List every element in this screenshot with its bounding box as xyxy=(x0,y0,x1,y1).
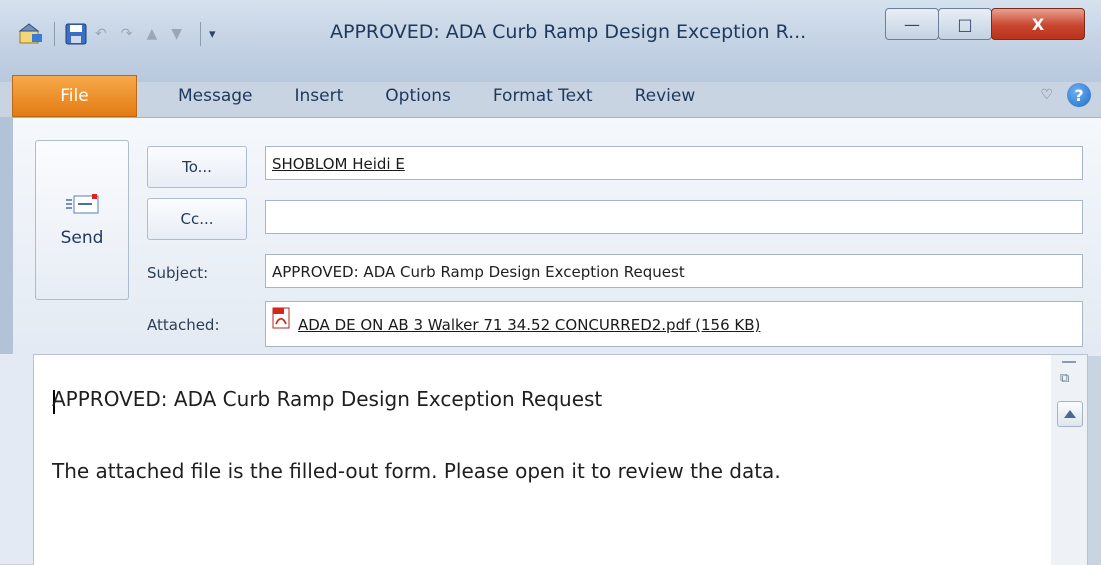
cc-field[interactable] xyxy=(265,200,1083,234)
title-bar: ↶ ↷ ▲ ▼ ▾ APPROVED: ADA Curb Ramp Design… xyxy=(0,0,1101,82)
message-body[interactable]: APPROVED: ADA Curb Ramp Design Exception… xyxy=(33,354,1053,565)
customize-qat-icon[interactable]: ▾ xyxy=(209,27,216,42)
attachment-link[interactable]: ADA DE ON AB 3 Walker 71 34.52 CONCURRED… xyxy=(298,316,760,334)
minimize-button[interactable]: — xyxy=(885,8,939,40)
tab-options[interactable]: Options xyxy=(364,76,472,116)
window-title: APPROVED: ADA Curb Ramp Design Exception… xyxy=(330,21,807,43)
save-icon[interactable] xyxy=(63,21,89,47)
vertical-scrollbar[interactable]: ⧉ xyxy=(1051,354,1088,565)
body-line-2: The attached file is the filled-out form… xyxy=(52,459,781,483)
message-header: Send To... SHOBLOM Heidi E Cc... Subject… xyxy=(13,117,1101,356)
undo-icon[interactable]: ↶ xyxy=(95,26,107,42)
subject-label: Subject: xyxy=(147,264,209,282)
send-envelope-icon xyxy=(65,192,99,222)
qat-separator xyxy=(54,22,55,46)
help-icon[interactable]: ? xyxy=(1067,83,1091,107)
collapse-ribbon-icon[interactable]: ♡ xyxy=(1040,87,1053,103)
next-item-icon[interactable]: ▼ xyxy=(171,26,182,42)
tab-format-text[interactable]: Format Text xyxy=(472,76,614,116)
send-button[interactable]: Send xyxy=(35,140,129,300)
window-controls: — □ X xyxy=(885,8,1085,40)
tab-file[interactable]: File xyxy=(12,75,137,117)
ribbon-tabs: File Message Insert Options Format Text … xyxy=(12,75,717,117)
close-button[interactable]: X xyxy=(991,8,1085,40)
quick-access-toolbar: ↶ ↷ ▲ ▼ ▾ xyxy=(18,18,230,50)
tab-message[interactable]: Message xyxy=(157,76,274,116)
attachment-field[interactable]: ADA DE ON AB 3 Walker 71 34.52 CONCURRED… xyxy=(265,301,1083,347)
arrow-up-icon xyxy=(1064,410,1076,418)
pdf-file-icon xyxy=(272,302,292,346)
maximize-button[interactable]: □ xyxy=(938,8,992,40)
ruler-toggle-icon[interactable]: ⧉ xyxy=(1060,371,1069,386)
attached-label: Attached: xyxy=(147,316,220,334)
to-field[interactable]: SHOBLOM Heidi E xyxy=(265,146,1083,180)
tab-insert[interactable]: Insert xyxy=(274,76,365,116)
body-left-margin xyxy=(0,354,33,564)
tab-review[interactable]: Review xyxy=(614,76,717,116)
body-line-1: APPROVED: ADA Curb Ramp Design Exception… xyxy=(52,387,603,411)
send-label: Send xyxy=(60,228,104,248)
subject-field[interactable]: APPROVED: ADA Curb Ramp Design Exception… xyxy=(265,254,1083,288)
recipient-name[interactable]: SHOBLOM Heidi E xyxy=(272,155,405,173)
cc-button[interactable]: Cc... xyxy=(147,198,247,240)
qat-separator xyxy=(200,22,202,46)
ribbon-right-controls: ♡ ? xyxy=(1040,83,1091,107)
redo-icon[interactable]: ↷ xyxy=(121,26,133,42)
to-button[interactable]: To... xyxy=(147,146,247,188)
scroll-up-button[interactable] xyxy=(1057,401,1083,427)
previous-item-icon[interactable]: ▲ xyxy=(146,26,157,42)
scrollbar-split-handle[interactable] xyxy=(1062,361,1076,363)
outlook-app-icon[interactable] xyxy=(18,21,44,47)
